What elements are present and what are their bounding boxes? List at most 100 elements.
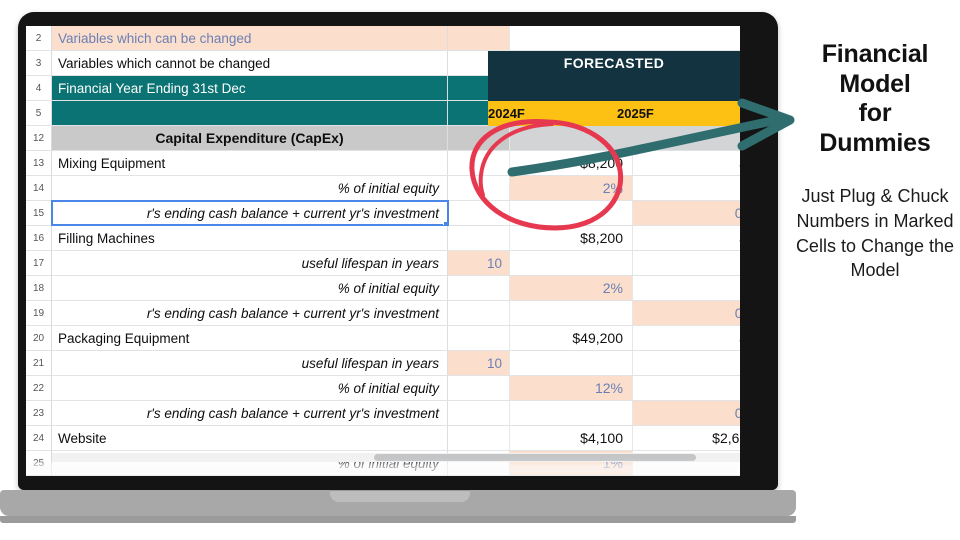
row-number[interactable]: 2: [26, 26, 52, 50]
row-number[interactable]: 17: [26, 251, 52, 275]
cell-label-17[interactable]: useful lifespan in years: [52, 251, 448, 275]
cell-2024-18[interactable]: 2%: [510, 276, 633, 300]
cell-2025-20[interactable]: $0: [633, 326, 740, 350]
row-number[interactable]: 19: [26, 301, 52, 325]
cell-label-19[interactable]: r's ending cash balance + current yr's i…: [52, 301, 448, 325]
cell-lifespan-21[interactable]: 10: [448, 351, 510, 375]
section-header-mid[interactable]: [448, 126, 510, 150]
cell-label-18[interactable]: % of initial equity: [52, 276, 448, 300]
cell-2025-23[interactable]: 0%: [633, 401, 740, 425]
data-row-16[interactable]: 16Filling Machines $8,200$0: [26, 226, 740, 251]
cell-label-22[interactable]: % of initial equity: [52, 376, 448, 400]
cell-2025-16[interactable]: $0: [633, 226, 740, 250]
legend-row-2[interactable]: 2 Variables which can be changed: [26, 26, 740, 51]
cell-2024-17[interactable]: [510, 251, 633, 275]
row-number[interactable]: 13: [26, 151, 52, 175]
cell-lifespan-23[interactable]: [448, 401, 510, 425]
data-row-19[interactable]: 19 r's ending cash balance + current yr's…: [26, 301, 740, 326]
row-number[interactable]: 16: [26, 226, 52, 250]
title-line-3: for: [858, 99, 892, 127]
cell-label-15[interactable]: r's ending cash balance + current yr's i…: [51, 200, 449, 226]
legend-label-3[interactable]: Variables which cannot be changed: [52, 51, 448, 75]
data-row-13[interactable]: 13Mixing Equipment $8,200$0: [26, 151, 740, 176]
cell-lifespan-18[interactable]: [448, 276, 510, 300]
cell-2025-22[interactable]: [633, 376, 740, 400]
data-row-20[interactable]: 20Packaging Equipment $49,200$0: [26, 326, 740, 351]
row-number[interactable]: 5: [26, 101, 52, 125]
cell-label-14[interactable]: % of initial equity: [52, 176, 448, 200]
data-row-24[interactable]: 24Website $4,100$2,632: [26, 426, 740, 451]
row-number[interactable]: 20: [26, 326, 52, 350]
row-number[interactable]: 21: [26, 351, 52, 375]
legend-mid-2[interactable]: [448, 26, 510, 50]
side-panel-subtitle: Just Plug & Chuck Numbers in Marked Cell…: [795, 186, 955, 281]
data-row-23[interactable]: 23 r's ending cash balance + current yr's…: [26, 401, 740, 426]
cell-2025-19[interactable]: 0%: [633, 301, 740, 325]
cell-2025-14[interactable]: [633, 176, 740, 200]
screenshot-root: 2 Variables which can be changed 3 Variable…: [0, 0, 960, 540]
cell-2024-14[interactable]: 2%: [510, 176, 633, 200]
cell-label-13[interactable]: Mixing Equipment: [52, 151, 448, 175]
cell-lifespan-20[interactable]: [448, 326, 510, 350]
row-number[interactable]: 23: [26, 401, 52, 425]
cell-lifespan-16[interactable]: [448, 226, 510, 250]
row-number[interactable]: 22: [26, 376, 52, 400]
row-number[interactable]: 15: [26, 201, 52, 225]
cell-2025-17[interactable]: [633, 251, 740, 275]
laptop-screen: 2 Variables which can be changed 3 Variable…: [26, 26, 740, 476]
cell-2025-18[interactable]: [633, 276, 740, 300]
data-row-21[interactable]: 21 useful lifespan in years 10: [26, 351, 740, 376]
cell-lifespan-14[interactable]: [448, 176, 510, 200]
row-number[interactable]: 4: [26, 76, 52, 100]
forecasted-header: FORECASTED: [488, 51, 740, 101]
cell-lifespan-17[interactable]: 10: [448, 251, 510, 275]
cell-lifespan-24[interactable]: [448, 426, 510, 450]
cell-lifespan-15[interactable]: [448, 201, 510, 225]
cell-label-20[interactable]: Packaging Equipment: [52, 326, 448, 350]
row-number[interactable]: 14: [26, 176, 52, 200]
cell-2025-24[interactable]: $2,632: [633, 426, 740, 450]
cell-2024-24[interactable]: $4,100: [510, 426, 633, 450]
cell-label-16[interactable]: Filling Machines: [52, 226, 448, 250]
horizontal-scrollbar[interactable]: [52, 453, 740, 462]
cell-lifespan-22[interactable]: [448, 376, 510, 400]
title-line-2: Model: [839, 69, 911, 98]
cell-2024-19[interactable]: [510, 301, 633, 325]
data-row-17[interactable]: 17 useful lifespan in years 10: [26, 251, 740, 276]
cell-2024-15[interactable]: [510, 201, 633, 225]
fiscal-year-title[interactable]: Financial Year Ending 31st Dec: [52, 76, 448, 100]
row-number[interactable]: 24: [26, 426, 52, 450]
section-header-row[interactable]: 12 Capital Expenditure (CapEx): [26, 126, 740, 151]
cell-2024-23[interactable]: [510, 401, 633, 425]
cell-label-23[interactable]: r's ending cash balance + current yr's i…: [52, 401, 448, 425]
cell-lifespan-13[interactable]: [448, 151, 510, 175]
row-number[interactable]: 12: [26, 126, 52, 150]
data-row-22[interactable]: 22% of initial equity 12%: [26, 376, 740, 401]
cell-lifespan-19[interactable]: [448, 301, 510, 325]
cell-2024-16[interactable]: $8,200: [510, 226, 633, 250]
side-panel: Financial Model for Dummies Just Plug & …: [790, 40, 960, 283]
year-header-band: 2024F 2025F: [488, 101, 740, 126]
selection-handle[interactable]: [443, 221, 447, 225]
cell-2025-21[interactable]: [633, 351, 740, 375]
data-row-18[interactable]: 18% of initial equity 2%: [26, 276, 740, 301]
cell-2024-21[interactable]: [510, 351, 633, 375]
data-row-15[interactable]: 15 r's ending cash balance + current yr's…: [26, 200, 740, 226]
spacer-label[interactable]: [52, 101, 448, 125]
scrollbar-thumb[interactable]: [374, 454, 696, 461]
row-number[interactable]: 3: [26, 51, 52, 75]
cell-2025-15[interactable]: 0%: [633, 201, 740, 225]
data-row-14[interactable]: 14% of initial equity 2%: [26, 176, 740, 201]
section-header-rest[interactable]: [510, 126, 740, 150]
cell-2024-13[interactable]: $8,200: [510, 151, 633, 175]
cell-2025-13[interactable]: $0: [633, 151, 740, 175]
section-header-label[interactable]: Capital Expenditure (CapEx): [52, 126, 448, 150]
cell-label-24[interactable]: Website: [52, 426, 448, 450]
legend-label-2[interactable]: Variables which can be changed: [52, 26, 448, 50]
title-line-1: Financial: [821, 40, 929, 68]
legend-rest-2[interactable]: [510, 26, 740, 50]
cell-2024-20[interactable]: $49,200: [510, 326, 633, 350]
cell-2024-22[interactable]: 12%: [510, 376, 633, 400]
cell-label-21[interactable]: useful lifespan in years: [52, 351, 448, 375]
row-number[interactable]: 18: [26, 276, 52, 300]
